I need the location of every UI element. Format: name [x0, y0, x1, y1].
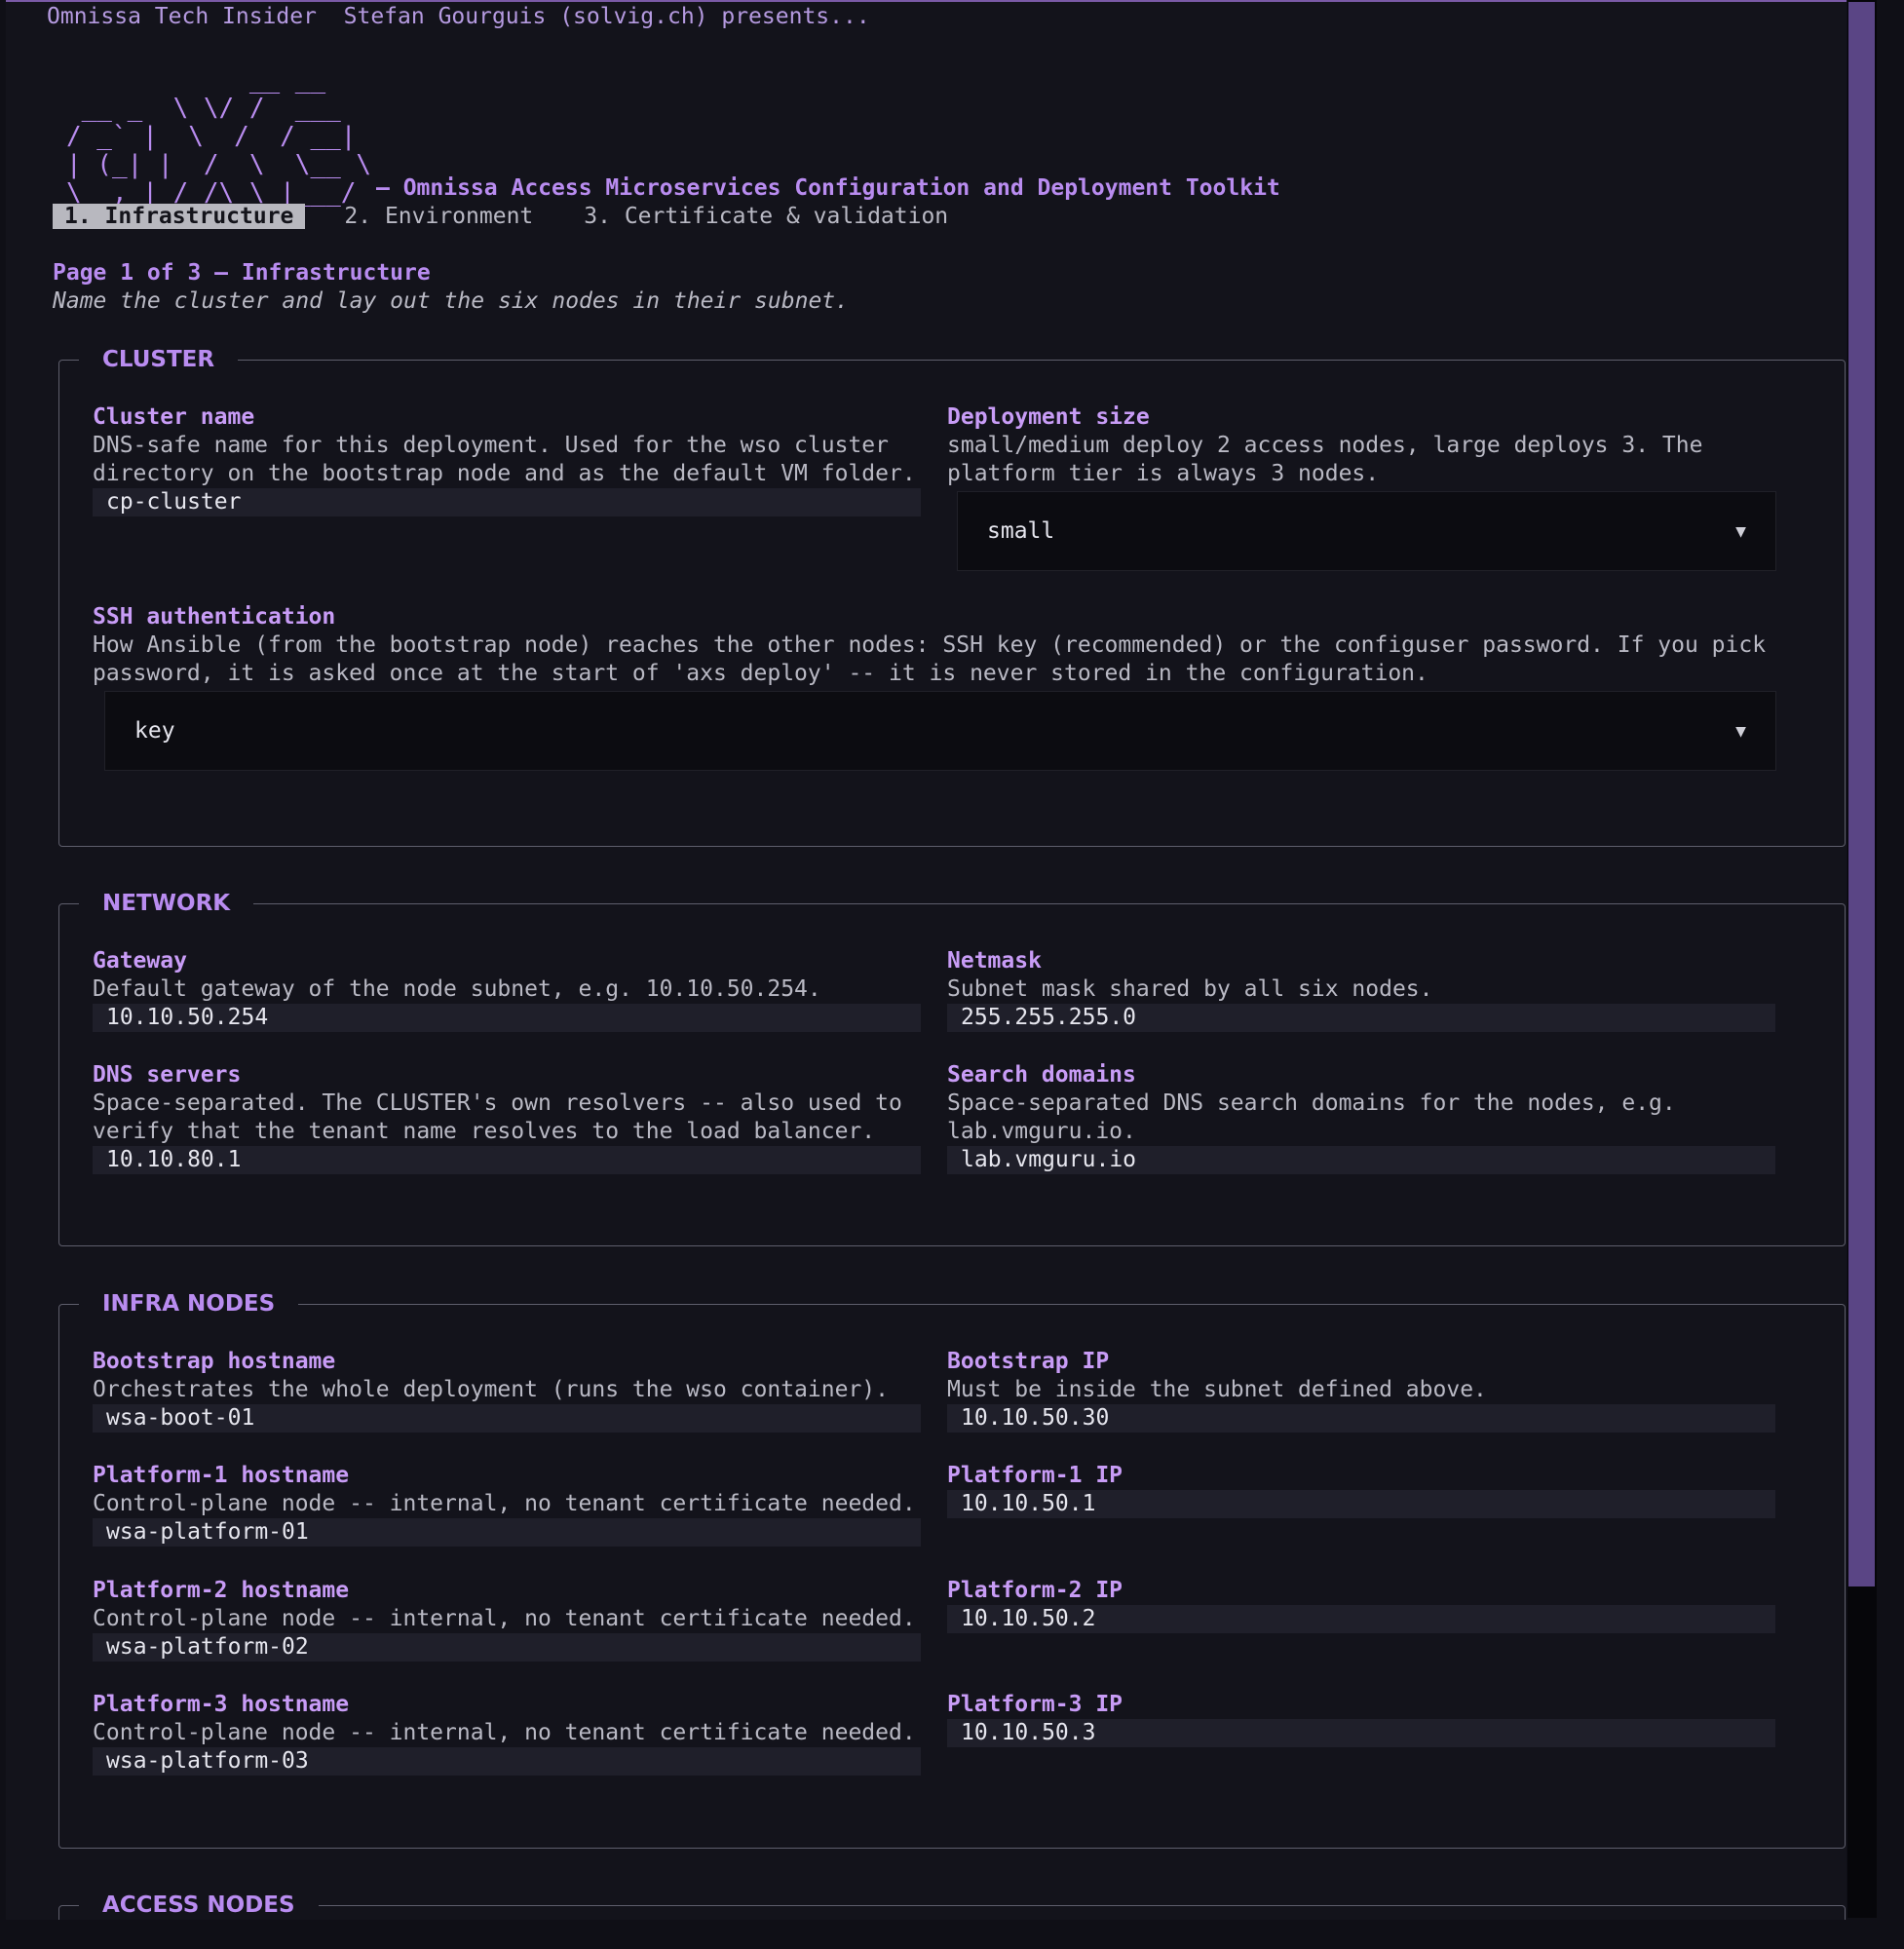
page-subtitle: Name the cluster and lay out the six nod…	[53, 288, 849, 314]
bootstrap-ip-help: Must be inside the subnet defined above.	[947, 1377, 1487, 1402]
ssh-auth-label: SSH authentication	[93, 604, 336, 630]
platform1-ip-input[interactable]: 10.10.50.1	[947, 1490, 1775, 1518]
deployment-size-label: Deployment size	[947, 404, 1150, 430]
terminal-window: Omnissa Tech Insider Stefan Gourguis (so…	[6, 0, 1847, 1920]
platform1-ip-field: Platform-1 IP 10.10.50.1	[947, 1462, 1775, 1518]
bootstrap-hostname-help: Orchestrates the whole deployment (runs …	[93, 1377, 889, 1402]
platform3-hostname-label: Platform-3 hostname	[93, 1692, 350, 1717]
dns-servers-help: Space-separated. The CLUSTER's own resol…	[93, 1090, 916, 1144]
platform1-hostname-input[interactable]: wsa-platform-01	[93, 1518, 921, 1547]
platform2-hostname-help: Control-plane node -- internal, no tenan…	[93, 1606, 916, 1631]
platform3-ip-input[interactable]: 10.10.50.3	[947, 1719, 1775, 1747]
bootstrap-hostname-input[interactable]: wsa-boot-01	[93, 1404, 921, 1433]
gateway-input[interactable]: 10.10.50.254	[93, 1004, 921, 1032]
step-environment[interactable]: 2. Environment	[332, 204, 545, 229]
step-certificate[interactable]: 3. Certificate & validation	[572, 204, 960, 229]
bootstrap-hostname-label: Bootstrap hostname	[93, 1349, 336, 1374]
dns-servers-input[interactable]: 10.10.80.1	[93, 1146, 921, 1174]
deployment-size-select[interactable]: small ▼	[957, 491, 1776, 571]
cluster-section: CLUSTER Cluster name DNS-safe name for t…	[58, 345, 1846, 847]
access-nodes-section: ACCESS NODES	[58, 1891, 1846, 1920]
cluster-legend: CLUSTER	[79, 345, 239, 374]
ssh-auth-value: key	[134, 718, 175, 744]
network-legend: NETWORK	[79, 889, 254, 918]
bootstrap-ip-label: Bootstrap IP	[947, 1349, 1110, 1374]
dns-servers-field: DNS servers Space-separated. The CLUSTER…	[93, 1061, 921, 1174]
step-infrastructure[interactable]: 1. Infrastructure	[53, 204, 306, 229]
chevron-down-icon: ▼	[1735, 520, 1746, 542]
bootstrap-hostname-field: Bootstrap hostname Orchestrates the whol…	[93, 1348, 921, 1433]
search-domains-label: Search domains	[947, 1062, 1136, 1088]
chevron-down-icon: ▼	[1735, 720, 1746, 742]
banner-text: Omnissa Tech Insider Stefan Gourguis (so…	[47, 4, 870, 29]
platform2-ip-field: Platform-2 IP 10.10.50.2	[947, 1577, 1775, 1633]
network-section: NETWORK Gateway Default gateway of the n…	[58, 889, 1846, 1246]
infra-nodes-legend: INFRA NODES	[79, 1289, 299, 1318]
ssh-auth-help: How Ansible (from the bootstrap node) re…	[93, 632, 1779, 686]
deployment-size-help: small/medium deploy 2 access nodes, larg…	[947, 433, 1717, 486]
wizard-steps: 1. Infrastructure 2. Environment 3. Cert…	[53, 204, 987, 229]
infra-nodes-section: INFRA NODES Bootstrap hostname Orchestra…	[58, 1289, 1846, 1849]
platform2-hostname-field: Platform-2 hostname Control-plane node -…	[93, 1577, 921, 1662]
app-tagline: – Omnissa Access Microservices Configura…	[376, 175, 1280, 201]
bootstrap-ip-input[interactable]: 10.10.50.30	[947, 1404, 1775, 1433]
bootstrap-ip-field: Bootstrap IP Must be inside the subnet d…	[947, 1348, 1775, 1433]
netmask-help: Subnet mask shared by all six nodes.	[947, 976, 1433, 1002]
search-domains-help: Space-separated DNS search domains for t…	[947, 1090, 1690, 1144]
platform3-ip-label: Platform-3 IP	[947, 1692, 1123, 1717]
platform2-ip-label: Platform-2 IP	[947, 1578, 1123, 1603]
deployment-size-value: small	[987, 518, 1055, 544]
platform3-hostname-help: Control-plane node -- internal, no tenan…	[93, 1720, 916, 1745]
cluster-name-field: Cluster name DNS-safe name for this depl…	[93, 403, 921, 516]
netmask-input[interactable]: 255.255.255.0	[947, 1004, 1775, 1032]
platform2-hostname-input[interactable]: wsa-platform-02	[93, 1633, 921, 1662]
cluster-name-help: DNS-safe name for this deployment. Used …	[93, 433, 916, 486]
cluster-name-label: Cluster name	[93, 404, 255, 430]
gateway-help: Default gateway of the node subnet, e.g.…	[93, 976, 821, 1002]
platform2-ip-input[interactable]: 10.10.50.2	[947, 1605, 1775, 1633]
platform1-hostname-field: Platform-1 hostname Control-plane node -…	[93, 1462, 921, 1547]
deployment-size-field: Deployment size small/medium deploy 2 ac…	[947, 403, 1775, 488]
platform3-hostname-field: Platform-3 hostname Control-plane node -…	[93, 1691, 921, 1776]
cluster-name-input[interactable]: cp-cluster	[93, 488, 921, 516]
gateway-field: Gateway Default gateway of the node subn…	[93, 947, 921, 1032]
netmask-field: Netmask Subnet mask shared by all six no…	[947, 947, 1775, 1032]
platform1-ip-label: Platform-1 IP	[947, 1463, 1123, 1488]
platform1-hostname-label: Platform-1 hostname	[93, 1463, 350, 1488]
dns-servers-label: DNS servers	[93, 1062, 242, 1088]
axs-ascii-logo: __ __ __ _ \ \/ / ___ / _` | \ / / __| |…	[66, 65, 372, 208]
platform2-hostname-label: Platform-2 hostname	[93, 1578, 350, 1603]
platform3-ip-field: Platform-3 IP 10.10.50.3	[947, 1691, 1775, 1747]
page-title: Page 1 of 3 – Infrastructure	[53, 260, 431, 286]
ssh-auth-field: SSH authentication How Ansible (from the…	[93, 603, 1788, 688]
ssh-auth-select[interactable]: key ▼	[104, 691, 1776, 771]
platform3-hostname-input[interactable]: wsa-platform-03	[93, 1747, 921, 1776]
platform1-hostname-help: Control-plane node -- internal, no tenan…	[93, 1491, 916, 1516]
gateway-label: Gateway	[93, 948, 187, 974]
search-domains-field: Search domains Space-separated DNS searc…	[947, 1061, 1775, 1174]
search-domains-input[interactable]: lab.vmguru.io	[947, 1146, 1775, 1174]
scrollbar-thumb[interactable]	[1848, 2, 1875, 1586]
netmask-label: Netmask	[947, 948, 1042, 974]
access-nodes-legend: ACCESS NODES	[79, 1891, 319, 1920]
